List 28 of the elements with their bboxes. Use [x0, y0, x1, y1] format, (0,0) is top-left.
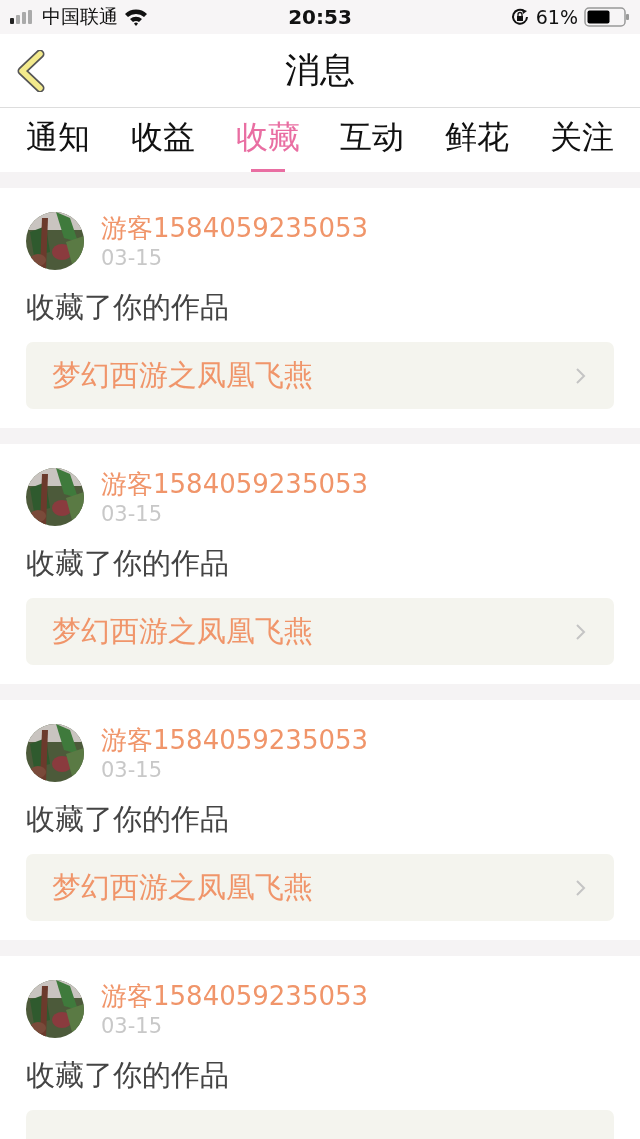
battery-icon — [584, 7, 630, 27]
back-chevron-icon — [16, 50, 46, 92]
chevron-right-icon — [575, 366, 586, 385]
work-link[interactable]: 梦幻西游之凤凰飞燕 — [26, 598, 614, 665]
user-name[interactable]: 游客1584059235053 — [101, 724, 369, 756]
message-text: 收藏了你的作品 — [26, 545, 230, 582]
tab[interactable]: 收益 — [130, 108, 195, 172]
wifi-icon — [124, 8, 148, 26]
carrier-name: 中国联通 — [42, 4, 118, 29]
user-name[interactable]: 游客1584059235053 — [101, 212, 369, 244]
message-text: 收藏了你的作品 — [26, 289, 230, 326]
battery-percent: 61% — [535, 6, 578, 28]
work-link[interactable]: 梦幻西游之凤凰飞燕 — [26, 854, 614, 921]
message-text: 收藏了你的作品 — [26, 1057, 230, 1094]
user-name[interactable]: 游客1584059235053 — [101, 468, 369, 500]
message-text: 收藏了你的作品 — [26, 801, 230, 838]
back-button[interactable] — [16, 50, 46, 92]
tab[interactable]: 关注 — [550, 108, 614, 172]
chevron-right-icon — [575, 878, 586, 897]
user-name[interactable]: 游客1584059235053 — [101, 980, 369, 1012]
rotation-lock-icon — [509, 7, 530, 27]
tab[interactable]: 鲜花 — [445, 108, 510, 172]
tab[interactable]: 通知 — [26, 108, 90, 172]
page-title: 消息 — [285, 49, 355, 92]
chevron-right-icon — [575, 622, 586, 641]
work-link[interactable]: 梦幻西游之凤凰飞燕 — [26, 342, 614, 409]
tab[interactable]: 互动 — [340, 108, 405, 172]
clock-time: 20:53 — [288, 5, 352, 29]
